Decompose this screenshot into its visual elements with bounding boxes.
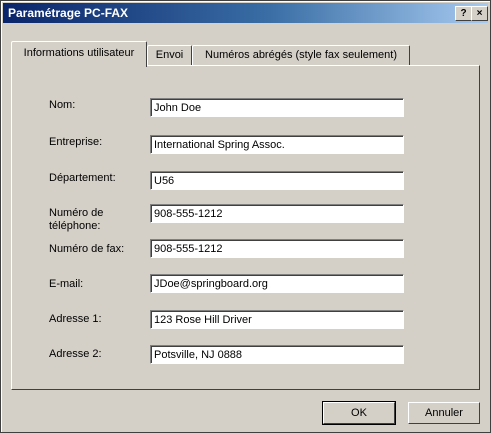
- window-title: Paramétrage PC-FAX: [8, 6, 129, 20]
- telephone-field[interactable]: 908-555-1212: [150, 204, 404, 223]
- fax-field[interactable]: 908-555-1212: [150, 239, 404, 258]
- tab-numeros-abreges[interactable]: Numéros abrégés (style fax seulement): [192, 45, 410, 66]
- help-icon[interactable]: ?: [455, 6, 472, 21]
- adresse1-field[interactable]: 123 Rose Hill Driver: [150, 310, 404, 329]
- entreprise-field[interactable]: International Spring Assoc.: [150, 135, 404, 154]
- nom-field[interactable]: John Doe: [150, 98, 404, 117]
- pcfax-settings-dialog: Paramétrage PC-FAX ? × Informations util…: [0, 0, 491, 433]
- adresse2-field[interactable]: Potsville, NJ 0888: [150, 345, 404, 364]
- tab-informations-utilisateur[interactable]: Informations utilisateur: [11, 41, 147, 67]
- fax-label: Numéro de fax:: [49, 243, 125, 255]
- email-field[interactable]: JDoe@springboard.org: [150, 274, 404, 293]
- close-icon[interactable]: ×: [471, 6, 488, 21]
- email-label: E-mail:: [49, 278, 84, 290]
- nom-label: Nom:: [49, 99, 76, 111]
- title-bar[interactable]: Paramétrage PC-FAX ? ×: [3, 3, 488, 23]
- adresse2-label: Adresse 2:: [49, 348, 102, 360]
- departement-field[interactable]: U56: [150, 171, 404, 190]
- user-info-panel: Nom: John Doe Entreprise: International …: [11, 65, 480, 390]
- cancel-button[interactable]: Annuler: [408, 402, 480, 424]
- telephone-label: Numéro de téléphone:: [49, 207, 104, 232]
- adresse1-label: Adresse 1:: [49, 313, 102, 325]
- tab-envoi[interactable]: Envoi: [147, 45, 192, 66]
- departement-label: Département:: [49, 172, 116, 184]
- ok-button[interactable]: OK: [322, 401, 396, 425]
- entreprise-label: Entreprise:: [49, 136, 103, 148]
